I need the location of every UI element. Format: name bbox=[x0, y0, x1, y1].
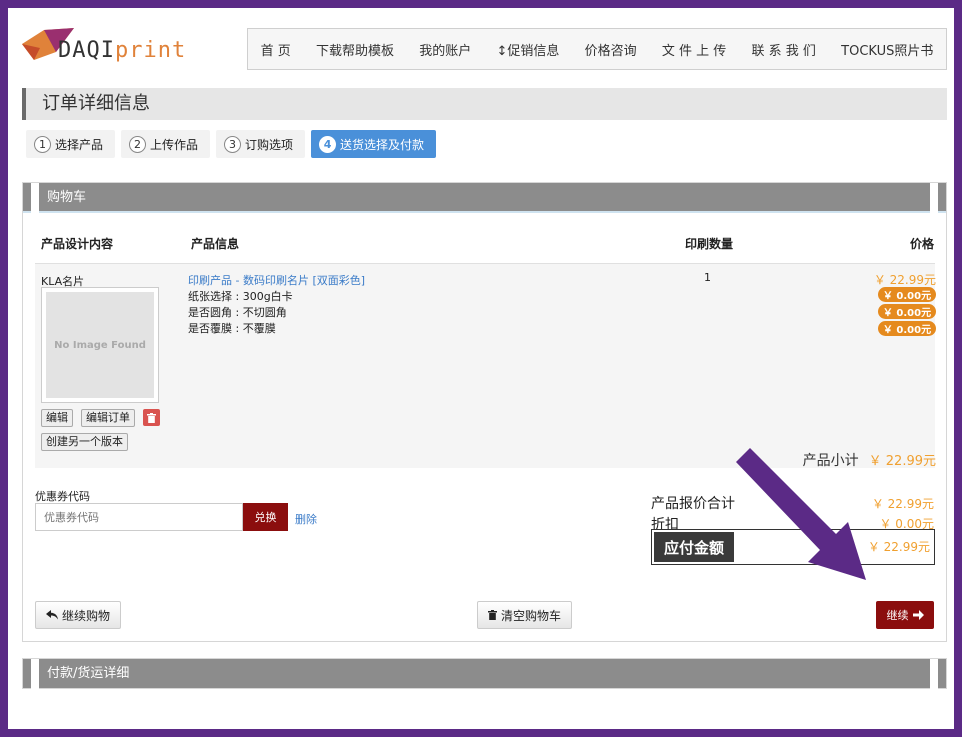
option-lamination: 是否覆膜 : 不覆膜 bbox=[188, 322, 276, 335]
item-quantity: 1 bbox=[704, 271, 711, 284]
empty-cart-button[interactable]: 清空购物车 bbox=[477, 601, 573, 629]
no-image-placeholder: No Image Found bbox=[46, 292, 154, 398]
coupon-remove-link[interactable]: 删除 bbox=[295, 511, 317, 527]
col-header-info: 产品信息 bbox=[191, 237, 240, 251]
col-header-qty: 印刷数量 bbox=[685, 237, 734, 251]
edit-button[interactable]: 编辑 bbox=[41, 409, 73, 427]
step-shipping-payment[interactable]: 4 送货选择及付款 bbox=[311, 130, 437, 158]
edit-order-button[interactable]: 编辑订单 bbox=[81, 409, 135, 427]
option-price-badge: ￥ 0.00元 bbox=[878, 321, 936, 336]
coupon-label: 优惠券代码 bbox=[35, 490, 90, 503]
step-label: 选择产品 bbox=[55, 137, 104, 152]
option-price-badge: ￥ 0.00元 bbox=[878, 304, 936, 319]
coupon-apply-button[interactable]: 兑换 bbox=[243, 503, 288, 531]
arrow-right-icon bbox=[912, 610, 924, 620]
product-link[interactable]: 印刷产品 - 数码印刷名片 [双面彩色] bbox=[188, 272, 365, 288]
nav-promotions[interactable]: ↕促销信息 bbox=[496, 40, 559, 59]
quote-total-value: ￥ 22.99元 bbox=[871, 497, 934, 511]
item-thumbnail: No Image Found bbox=[41, 287, 159, 403]
page-frame: DAQIprint 首 页 下载帮助模板 我的账户 ↕促销信息 价格咨询 文 件… bbox=[8, 8, 954, 729]
nav-my-account[interactable]: 我的账户 bbox=[419, 40, 471, 59]
pointer-arrow-icon bbox=[736, 448, 866, 580]
step-label: 送货选择及付款 bbox=[340, 137, 425, 152]
quote-total-label: 产品报价合计 bbox=[651, 496, 735, 512]
cart-panel-title: 购物车 bbox=[23, 183, 946, 213]
step-number: 2 bbox=[129, 135, 147, 153]
step-label: 订购选项 bbox=[245, 137, 294, 152]
main-nav: 首 页 下载帮助模板 我的账户 ↕促销信息 价格咨询 文 件 上 传 联 系 我… bbox=[247, 28, 947, 70]
payment-panel-title[interactable]: 付款/货运详细 bbox=[23, 659, 946, 689]
cart-item-row bbox=[35, 263, 935, 468]
amount-due-label: 应付金额 bbox=[654, 532, 734, 562]
logo-text-tail: print bbox=[114, 38, 187, 63]
option-price-badge: ￥ 0.00元 bbox=[878, 287, 936, 302]
logo-text-main: DAQI bbox=[58, 38, 115, 63]
step-label: 上传作品 bbox=[150, 137, 199, 152]
create-version-button[interactable]: 创建另一个版本 bbox=[41, 433, 128, 451]
coupon-input[interactable] bbox=[35, 503, 243, 531]
subtotal-value: ￥ 22.99元 bbox=[868, 454, 936, 469]
back-arrow-icon bbox=[46, 610, 58, 620]
page-title: 订单详细信息 bbox=[22, 88, 947, 120]
delete-item-button[interactable] bbox=[143, 409, 160, 426]
continue-shopping-label: 继续购物 bbox=[62, 608, 111, 623]
col-header-price: 价格 bbox=[909, 237, 934, 251]
step-number: 1 bbox=[34, 135, 51, 153]
empty-cart-label: 清空购物车 bbox=[501, 608, 562, 623]
nav-photobook[interactable]: TOCKUS照片书 bbox=[841, 40, 933, 59]
nav-contact-us[interactable]: 联 系 我 们 bbox=[752, 40, 816, 59]
continue-shopping-button[interactable]: 继续购物 bbox=[35, 601, 122, 629]
step-select-product[interactable]: 1 选择产品 bbox=[26, 130, 116, 158]
step-number: 4 bbox=[319, 135, 337, 153]
item-price: ￥ 22.99元 bbox=[873, 273, 936, 287]
trash-icon bbox=[147, 412, 156, 423]
option-paper: 纸张选择 : 300g白卡 bbox=[188, 290, 293, 303]
continue-button[interactable]: 继续 bbox=[876, 601, 934, 629]
nav-download-templates[interactable]: 下载帮助模板 bbox=[316, 40, 394, 59]
step-indicator: 1 选择产品 2 上传作品 3 订购选项 4 送货选择及付款 bbox=[26, 130, 437, 158]
option-corner: 是否圆角 : 不切圆角 bbox=[188, 306, 287, 319]
payment-shipping-panel: 付款/货运详细 bbox=[22, 658, 947, 689]
step-upload-artwork[interactable]: 2 上传作品 bbox=[121, 130, 211, 158]
col-header-design: 产品设计内容 bbox=[41, 237, 114, 251]
nav-home[interactable]: 首 页 bbox=[261, 40, 291, 59]
step-order-options[interactable]: 3 订购选项 bbox=[216, 130, 306, 158]
nav-file-upload[interactable]: 文 件 上 传 bbox=[662, 40, 726, 59]
step-number: 3 bbox=[224, 135, 242, 153]
trash-icon bbox=[488, 610, 497, 620]
logo[interactable]: DAQIprint bbox=[20, 22, 190, 68]
continue-label: 继续 bbox=[886, 609, 909, 622]
nav-price-inquiry[interactable]: 价格咨询 bbox=[585, 40, 637, 59]
